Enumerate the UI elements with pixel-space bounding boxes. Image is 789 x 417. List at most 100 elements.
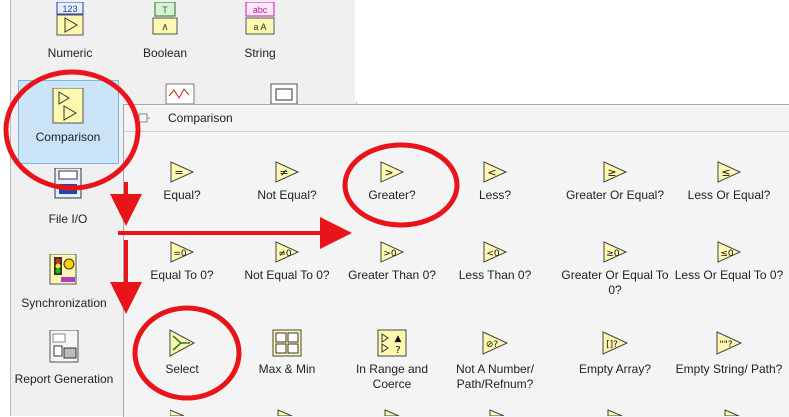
function-label: Greater Than 0? <box>348 268 436 282</box>
less-icon: < <box>483 161 508 183</box>
function-label: Not A Number/ Path/Refnum? <box>455 362 535 391</box>
function-label: Equal To 0? <box>150 268 214 282</box>
boolean-icon: T ∧ <box>152 2 178 35</box>
function-label: Less Or Equal? <box>687 188 771 202</box>
palette-item-synchronization[interactable]: Synchronization <box>10 254 118 310</box>
function-greater-or-equal[interactable]: ≥ Greater Or Equal? <box>560 160 670 203</box>
function-not-a-number[interactable]: ⊘? Not A Number/ Path/Refnum? <box>440 328 550 392</box>
svg-text:≠: ≠ <box>279 166 288 179</box>
select-icon <box>169 329 196 357</box>
less-or-equal-to-0-icon: ≤0 <box>717 241 742 263</box>
svg-text:≥: ≥ <box>607 166 616 179</box>
palette-item-string[interactable]: abc a A String <box>210 2 310 60</box>
max-min-icon <box>272 329 302 357</box>
desktop-background <box>0 0 10 416</box>
waveform-icon <box>165 83 195 104</box>
function-label: Not Equal? <box>257 188 317 202</box>
svg-text:T: T <box>162 5 168 15</box>
equal-to-0-icon: =0 <box>170 241 195 263</box>
subpalette-title: Comparison <box>168 111 233 125</box>
function-empty-array[interactable]: []? Empty Array? <box>560 328 670 377</box>
svg-text:≥0: ≥0 <box>606 249 620 259</box>
function-greater[interactable]: > Greater? <box>337 160 447 203</box>
function-label: Less Than 0? <box>458 268 532 282</box>
function-less[interactable]: < Less? <box>440 160 550 203</box>
svg-text:[]?: []? <box>606 340 618 350</box>
svg-text:⊘?: ⊘? <box>486 340 499 350</box>
not-equal-to-0-icon: ≠0 <box>275 241 300 263</box>
function-label: Equal? <box>163 188 201 202</box>
svg-text:≤0: ≤0 <box>720 249 734 259</box>
palette-item-report-generation[interactable]: Report Generation <box>10 330 118 386</box>
svg-text:>: > <box>384 166 393 179</box>
function-label: Max & Min <box>258 362 316 376</box>
palette-item-comparison[interactable]: Comparison <box>18 88 118 144</box>
function-less-or-equal-to-0[interactable]: ≤0 Less Or Equal To 0? <box>674 240 784 283</box>
function-equal[interactable]: = Equal? <box>127 160 237 203</box>
palette-item-boolean[interactable]: T ∧ Boolean <box>115 2 215 60</box>
pin-icon[interactable] <box>138 112 150 124</box>
palette-item-label: Synchronization <box>21 296 107 310</box>
palette-item-label: Report Generation <box>14 372 114 386</box>
function-less-or-equal[interactable]: ≤ Less Or Equal? <box>674 160 784 203</box>
function-label: Not Equal To 0? <box>244 268 330 282</box>
function-label: Greater? <box>368 188 416 202</box>
comparison-icon <box>52 88 84 124</box>
function-label: Select <box>165 362 199 376</box>
in-range-and-coerce-icon: ▲ ? <box>377 329 407 357</box>
blank-canvas <box>355 0 789 102</box>
string-icon: abc a A <box>245 2 275 35</box>
function-not-equal[interactable]: ≠ Not Equal? <box>232 160 342 203</box>
greater-than-0-icon: >0 <box>380 241 405 263</box>
svg-text:≠0: ≠0 <box>278 249 292 259</box>
function-label: Empty String/ Path? <box>675 362 783 376</box>
function-equal-to-0[interactable]: =0 Equal To 0? <box>127 240 237 283</box>
function-in-range-and-coerce[interactable]: ▲ ? In Range and Coerce <box>337 328 447 392</box>
palette-item-numeric[interactable]: 123 Numeric <box>20 2 120 60</box>
array-icon <box>270 83 298 104</box>
report-generation-icon <box>49 330 79 363</box>
palette-item-label: File I/O <box>48 212 88 226</box>
function-not-equal-to-0[interactable]: ≠0 Not Equal To 0? <box>232 240 342 283</box>
function-greater-than-0[interactable]: >0 Greater Than 0? <box>337 240 447 283</box>
function-label: Greater Or Equal To 0? <box>561 268 669 297</box>
not-a-number-icon: ⊘? <box>482 331 509 355</box>
palette-item-label: Boolean <box>142 46 188 60</box>
svg-text:?: ? <box>395 345 400 356</box>
not-equal-icon: ≠ <box>275 161 300 183</box>
greater-icon: > <box>380 161 405 183</box>
svg-text:=0: =0 <box>173 249 187 259</box>
equal-icon: = <box>170 161 195 183</box>
less-or-equal-icon: ≤ <box>717 161 742 183</box>
svg-text:<: < <box>487 166 496 179</box>
greater-or-equal-to-0-icon: ≥0 <box>603 241 628 263</box>
svg-text:≤: ≤ <box>721 166 730 179</box>
function-select[interactable]: Select <box>127 328 237 377</box>
svg-text:∧: ∧ <box>161 22 168 33</box>
function-empty-string-path[interactable]: ""? Empty String/ Path? <box>674 328 784 377</box>
function-max-min[interactable]: Max & Min <box>232 328 342 377</box>
empty-string-path-icon: ""? <box>716 331 743 355</box>
svg-text:123: 123 <box>62 4 77 14</box>
next-row-icons-partial <box>170 409 740 416</box>
palette-item-file-io[interactable]: File I/O <box>18 168 118 226</box>
file-io-icon <box>54 168 82 199</box>
function-greater-or-equal-to-0[interactable]: ≥0 Greater Or Equal To 0? <box>560 240 670 298</box>
svg-text:=: = <box>174 166 183 179</box>
function-less-than-0[interactable]: <0 Less Than 0? <box>440 240 550 283</box>
synchronization-icon <box>49 254 77 285</box>
svg-text:abc: abc <box>253 5 268 15</box>
svg-text:a A: a A <box>253 22 266 32</box>
svg-text:<0: <0 <box>486 249 500 259</box>
less-than-0-icon: <0 <box>483 241 508 263</box>
palette-item-label: String <box>244 46 276 60</box>
empty-array-icon: []? <box>602 331 629 355</box>
svg-text:▲: ▲ <box>395 334 402 344</box>
subpalette-title-bar: Comparison <box>124 105 789 132</box>
svg-text:>0: >0 <box>383 249 397 259</box>
palette-item-label: Numeric <box>47 46 93 60</box>
function-label: In Range and Coerce <box>355 362 429 391</box>
function-label: Less Or Equal To 0? <box>674 268 784 282</box>
palette-item-label: Comparison <box>35 130 101 144</box>
function-label: Less? <box>478 188 512 202</box>
